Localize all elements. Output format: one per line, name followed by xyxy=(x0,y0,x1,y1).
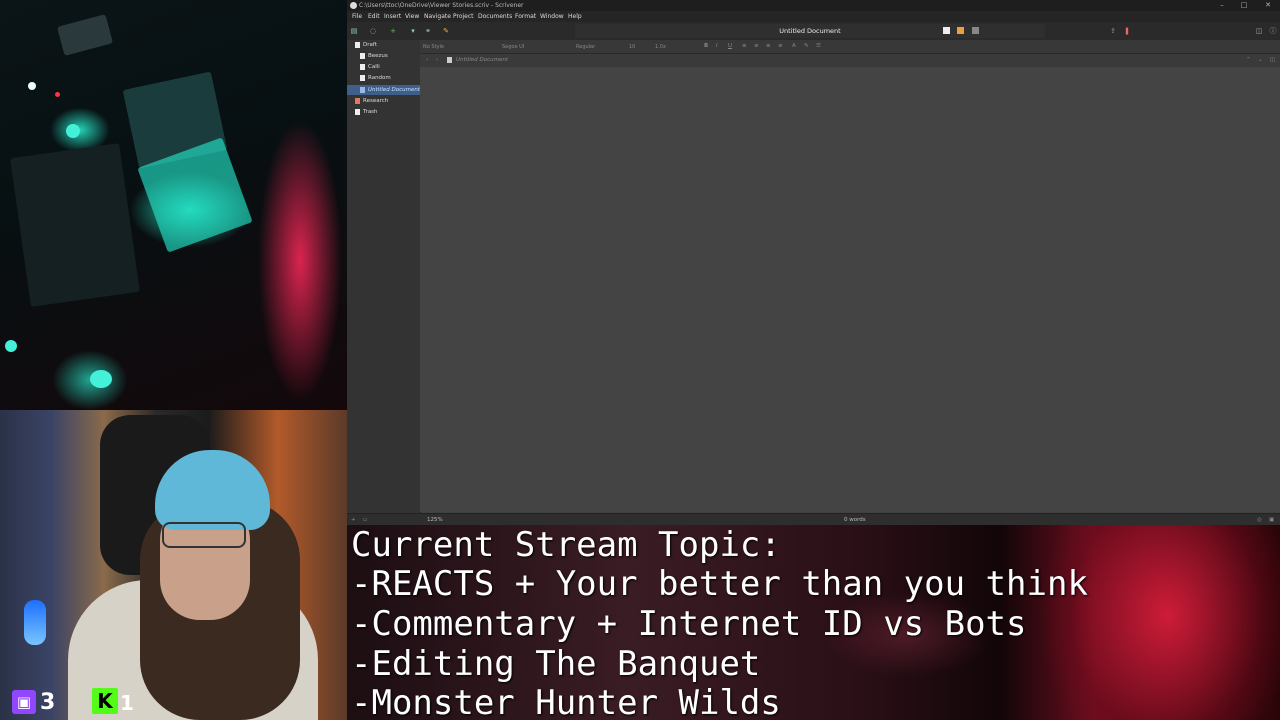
split-icon[interactable]: ◫ xyxy=(1270,57,1275,63)
menu-view[interactable]: View xyxy=(405,13,419,20)
zoom-level[interactable]: 125% xyxy=(427,517,443,523)
document-icon xyxy=(360,75,365,81)
binder-item-label: Random xyxy=(368,75,391,81)
bold-button[interactable]: B xyxy=(704,43,708,49)
binder-sidebar: Draft Beezus Calli Random Untitled Docum… xyxy=(347,40,421,513)
binder-toggle-icon[interactable]: ▤ xyxy=(350,27,358,35)
menu-edit[interactable]: Edit xyxy=(368,13,380,20)
folder-footer-icon[interactable]: ▫ xyxy=(363,517,367,523)
font-weight-select[interactable]: Regular xyxy=(576,43,624,51)
stream-art-panel xyxy=(0,0,347,410)
font-select[interactable]: Segoe UI xyxy=(502,43,572,51)
header-document-title: Untitled Document xyxy=(456,57,508,63)
target-icon[interactable]: ◎ xyxy=(1257,517,1262,523)
topic-line: -Editing The Banquet xyxy=(351,644,761,684)
scrivener-app-icon xyxy=(350,2,357,9)
binder-item-label: Draft xyxy=(363,42,377,48)
menu-insert[interactable]: Insert xyxy=(384,13,401,20)
add-footer-icon[interactable]: + xyxy=(351,517,356,523)
style-select[interactable]: No Style xyxy=(423,43,495,51)
window-title: C:\Users\ttoc\OneDrive\Viewer Stories.sc… xyxy=(359,2,524,9)
align-center-icon[interactable]: ≡ xyxy=(754,43,759,49)
editor-header-bar: ‹ › Untitled Document ⌃ ⌄ ◫ xyxy=(420,54,1280,67)
menu-documents[interactable]: Documents xyxy=(478,13,512,20)
kick-viewer-count: 1 xyxy=(120,691,134,715)
forward-arrow-icon[interactable]: › xyxy=(436,57,438,63)
binder-item-random[interactable]: Random xyxy=(347,73,420,83)
stream-topic-panel: Current Stream Topic: -REACTS + Your bet… xyxy=(347,525,1280,720)
menu-project[interactable]: Project xyxy=(453,13,474,20)
align-left-icon[interactable]: ≡ xyxy=(742,43,747,49)
link-icon[interactable]: ⚭ xyxy=(424,27,432,35)
document-icon xyxy=(360,87,365,93)
binder-item-label: Trash xyxy=(363,109,378,115)
compose-icon[interactable]: ✎ xyxy=(442,27,450,35)
document-icon xyxy=(447,57,452,63)
outline-view-icon[interactable] xyxy=(972,27,979,34)
single-view-icon[interactable] xyxy=(943,27,950,34)
back-arrow-icon[interactable]: ‹ xyxy=(426,57,428,63)
binder-item-trash[interactable]: Trash xyxy=(347,107,420,117)
list-icon[interactable]: ☰ xyxy=(816,43,821,49)
collection-icon[interactable]: ◌ xyxy=(369,27,377,35)
document-icon xyxy=(360,64,365,70)
highlight-icon[interactable]: ✎ xyxy=(804,43,809,49)
corkboard-view-icon[interactable] xyxy=(957,27,964,34)
font-size-select[interactable]: 10 xyxy=(629,43,649,51)
trash-icon xyxy=(355,109,360,115)
lava-lamp xyxy=(24,600,46,645)
comments-icon[interactable]: ▣ xyxy=(1269,517,1274,523)
add-document-icon[interactable]: + xyxy=(389,27,397,35)
webcam-panel xyxy=(0,410,347,720)
maximize-button[interactable]: □ xyxy=(1237,1,1251,10)
minimize-button[interactable]: – xyxy=(1215,1,1229,10)
menu-file[interactable]: File xyxy=(352,13,362,20)
menu-format[interactable]: Format xyxy=(515,13,536,20)
close-button[interactable]: ✕ xyxy=(1261,1,1275,10)
twitch-viewer-count: 3 xyxy=(40,690,56,715)
research-folder-icon xyxy=(355,98,360,104)
align-right-icon[interactable]: ≡ xyxy=(766,43,771,49)
menu-bar: File Edit Insert View Navigate Project D… xyxy=(347,11,1280,22)
inspector-icon[interactable]: ◫ xyxy=(1255,27,1263,35)
bookmark-icon[interactable]: ❚ xyxy=(1123,27,1131,35)
binder-item-calli[interactable]: Calli xyxy=(347,62,420,72)
word-count: 0 words xyxy=(844,517,866,523)
trash-icon[interactable]: ▾ xyxy=(409,27,417,35)
italic-button[interactable]: I xyxy=(716,43,718,49)
twitch-icon: ▣ xyxy=(12,690,36,714)
binder-item-research[interactable]: Research xyxy=(347,96,420,106)
binder-item-beezus[interactable]: Beezus xyxy=(347,51,420,61)
topic-heading: Current Stream Topic: xyxy=(351,525,781,565)
up-arrow-icon[interactable]: ⌃ xyxy=(1246,57,1251,63)
binder-item-draft[interactable]: Draft xyxy=(347,40,420,50)
document-icon xyxy=(360,53,365,59)
binder-item-untitled-document[interactable]: Untitled Document xyxy=(347,85,420,95)
binder-item-label: Beezus xyxy=(368,53,388,59)
line-spacing-select[interactable]: 1.0x xyxy=(655,43,695,51)
binder-item-label: Calli xyxy=(368,64,380,70)
text-editor[interactable] xyxy=(420,67,1280,512)
topic-line: -Monster Hunter Wilds xyxy=(351,683,781,720)
topic-line: -Commentary + Internet ID vs Bots xyxy=(351,604,1027,644)
document-icon xyxy=(355,42,360,48)
info-icon[interactable]: ⓘ xyxy=(1269,27,1277,35)
underline-button[interactable]: U xyxy=(728,43,732,49)
binder-item-label: Research xyxy=(363,98,389,104)
menu-help[interactable]: Help xyxy=(568,13,582,20)
title-bar: C:\Users\ttoc\OneDrive\Viewer Stories.sc… xyxy=(347,0,1280,11)
glasses xyxy=(162,522,246,548)
menu-window[interactable]: Window xyxy=(540,13,564,20)
text-color-icon[interactable]: A xyxy=(792,43,796,49)
down-arrow-icon[interactable]: ⌄ xyxy=(1258,57,1263,63)
menu-navigate[interactable]: Navigate xyxy=(424,13,451,20)
justify-icon[interactable]: ≡ xyxy=(778,43,783,49)
format-bar: No Style Segoe UI Regular 10 1.0x B I U … xyxy=(420,40,1280,54)
share-icon[interactable]: ⇪ xyxy=(1109,27,1117,35)
binder-item-label: Untitled Document xyxy=(368,87,420,93)
kick-icon: K xyxy=(92,688,118,714)
topic-line: -REACTS + Your better than you think xyxy=(351,564,1088,604)
scrivener-window: C:\Users\ttoc\OneDrive\Viewer Stories.sc… xyxy=(347,0,1280,526)
